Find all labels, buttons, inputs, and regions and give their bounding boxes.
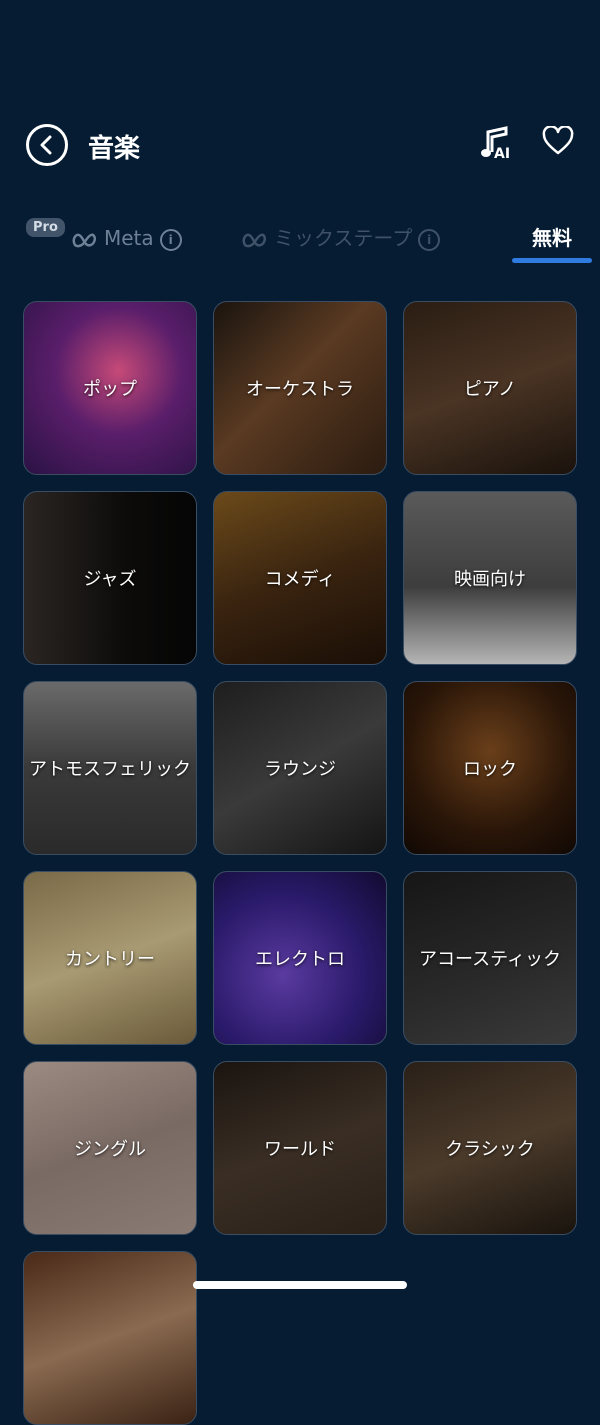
category-tile[interactable]: [23, 1251, 197, 1425]
category-label: ポップ: [83, 379, 137, 400]
category-tile[interactable]: ロック: [403, 681, 577, 855]
category-label: コメディ: [264, 569, 336, 590]
category-tile[interactable]: ワールド: [213, 1061, 387, 1235]
category-label: アトモスフェリック: [29, 759, 191, 780]
tab-mixtape[interactable]: ミックステープ i: [242, 222, 441, 251]
category-tile[interactable]: クラシック: [403, 1061, 577, 1235]
category-tile[interactable]: ポップ: [23, 301, 197, 475]
category-label: ラウンジ: [264, 759, 336, 780]
category-label: [24, 1252, 196, 1424]
category-tile[interactable]: ジングル: [23, 1061, 197, 1235]
category-tile[interactable]: ラウンジ: [213, 681, 387, 855]
ai-music-button[interactable]: AI: [480, 126, 516, 166]
back-icon: [40, 135, 52, 155]
category-label: ワールド: [264, 1139, 336, 1160]
category-tile[interactable]: ジャズ: [23, 491, 197, 665]
category-tile[interactable]: ピアノ: [403, 301, 577, 475]
category-label: アコースティック: [418, 949, 562, 970]
home-indicator[interactable]: [193, 1281, 407, 1289]
category-label: 映画向け: [454, 569, 526, 590]
info-icon[interactable]: i: [159, 228, 182, 251]
category-label: ジャズ: [83, 569, 137, 590]
category-tile[interactable]: アトモスフェリック: [23, 681, 197, 855]
category-label: ジングル: [74, 1139, 146, 1160]
meta-logo-icon: [72, 233, 97, 247]
meta-logo-icon: [242, 233, 267, 247]
category-label: ロック: [463, 759, 517, 780]
category-tile[interactable]: カントリー: [23, 871, 197, 1045]
category-label: ピアノ: [463, 379, 517, 400]
pro-badge: Pro: [26, 218, 65, 237]
page-title: 音楽: [88, 134, 141, 164]
info-icon[interactable]: i: [418, 228, 441, 251]
tab-meta-label: Meta: [104, 226, 154, 250]
category-label: オーケストラ: [246, 379, 354, 400]
ai-label: AI: [494, 146, 511, 162]
back-button[interactable]: [26, 124, 68, 166]
category-tabs: Pro Meta i ミックステープ i 無料: [0, 210, 600, 270]
category-tile[interactable]: エレクトロ: [213, 871, 387, 1045]
category-tile[interactable]: コメディ: [213, 491, 387, 665]
tab-mixtape-label: ミックステープ: [274, 226, 413, 250]
selected-tab-indicator: [512, 258, 592, 263]
tab-free[interactable]: 無料: [532, 222, 572, 251]
category-label: クラシック: [445, 1139, 535, 1160]
category-label: エレクトロ: [255, 949, 345, 970]
category-tile[interactable]: アコースティック: [403, 871, 577, 1045]
category-label: カントリー: [65, 949, 155, 970]
header: 音楽 AI: [0, 110, 600, 180]
category-tile[interactable]: 映画向け: [403, 491, 577, 665]
category-tile[interactable]: オーケストラ: [213, 301, 387, 475]
heart-icon[interactable]: [542, 126, 574, 156]
